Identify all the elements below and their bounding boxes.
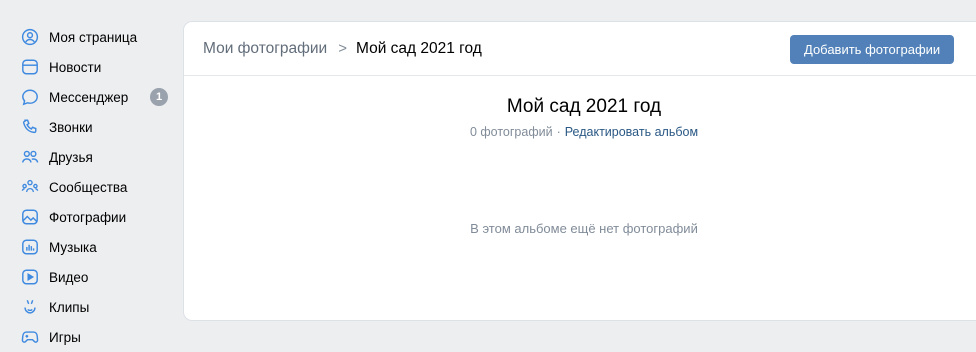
- sidebar-item-label: Видео: [49, 269, 89, 285]
- album-meta: 0 фотографий · Редактировать альбом: [184, 125, 976, 139]
- message-icon: [21, 88, 39, 106]
- edit-album-link[interactable]: Редактировать альбом: [565, 125, 698, 139]
- clips-icon: [21, 298, 39, 316]
- sidebar-item-music[interactable]: Музыка: [0, 232, 176, 262]
- sidebar-item-friends[interactable]: Друзья: [0, 142, 176, 172]
- sidebar-item-my-page[interactable]: Моя страница: [0, 22, 176, 52]
- sidebar-item-label: Клипы: [49, 299, 90, 315]
- sidebar-item-video[interactable]: Видео: [0, 262, 176, 292]
- music-icon: [21, 238, 39, 256]
- empty-album-message: В этом альбоме ещё нет фотографий: [470, 221, 698, 236]
- friends-icon: [21, 148, 39, 166]
- gamepad-icon: [21, 328, 39, 346]
- sidebar-item-label: Игры: [49, 329, 81, 345]
- photo-count: 0 фотографий: [469, 125, 553, 139]
- sidebar-item-label: Друзья: [49, 149, 93, 165]
- sidebar-item-label: Музыка: [49, 239, 97, 255]
- video-icon: [21, 268, 39, 286]
- communities-icon: [21, 178, 39, 196]
- breadcrumb-separator: >: [338, 40, 347, 57]
- sidebar-item-communities[interactable]: Сообщества: [0, 172, 176, 202]
- user-circle-icon: [21, 28, 39, 46]
- breadcrumb-current: Мой сад 2021 год: [355, 39, 482, 57]
- sidebar-item-label: Фотографии: [49, 209, 127, 225]
- news-icon: [21, 58, 39, 76]
- sidebar-item-label: Сообщества: [49, 179, 128, 195]
- add-photos-button[interactable]: Добавить фотографии: [790, 35, 955, 64]
- phone-icon: [21, 118, 39, 136]
- sidebar-item-calls[interactable]: Звонки: [0, 112, 176, 142]
- left-sidebar: Моя страница Новости Мессенджер 1 Звонки…: [0, 0, 176, 351]
- sidebar-item-label: Звонки: [49, 119, 93, 135]
- album-header: Мои фотографии > Мой сад 2021 год Добави…: [184, 22, 976, 76]
- sidebar-item-games[interactable]: Игры: [0, 322, 176, 352]
- sidebar-item-news[interactable]: Новости: [0, 52, 176, 82]
- meta-separator: ·: [556, 125, 561, 139]
- sidebar-item-label: Мессенджер: [49, 89, 129, 105]
- sidebar-item-messenger[interactable]: Мессенджер 1: [0, 82, 176, 112]
- unread-badge: 1: [150, 88, 168, 106]
- album-card: Мои фотографии > Мой сад 2021 год Добави…: [184, 22, 976, 320]
- photo-icon: [21, 208, 39, 226]
- sidebar-item-photos[interactable]: Фотографии: [0, 202, 176, 232]
- sidebar-item-label: Моя страница: [49, 29, 138, 45]
- breadcrumb-my-photos-link[interactable]: Мои фотографии: [203, 40, 327, 58]
- album-title: Мой сад 2021 год: [506, 96, 662, 117]
- sidebar-item-clips[interactable]: Клипы: [0, 292, 176, 322]
- sidebar-item-label: Новости: [49, 59, 102, 75]
